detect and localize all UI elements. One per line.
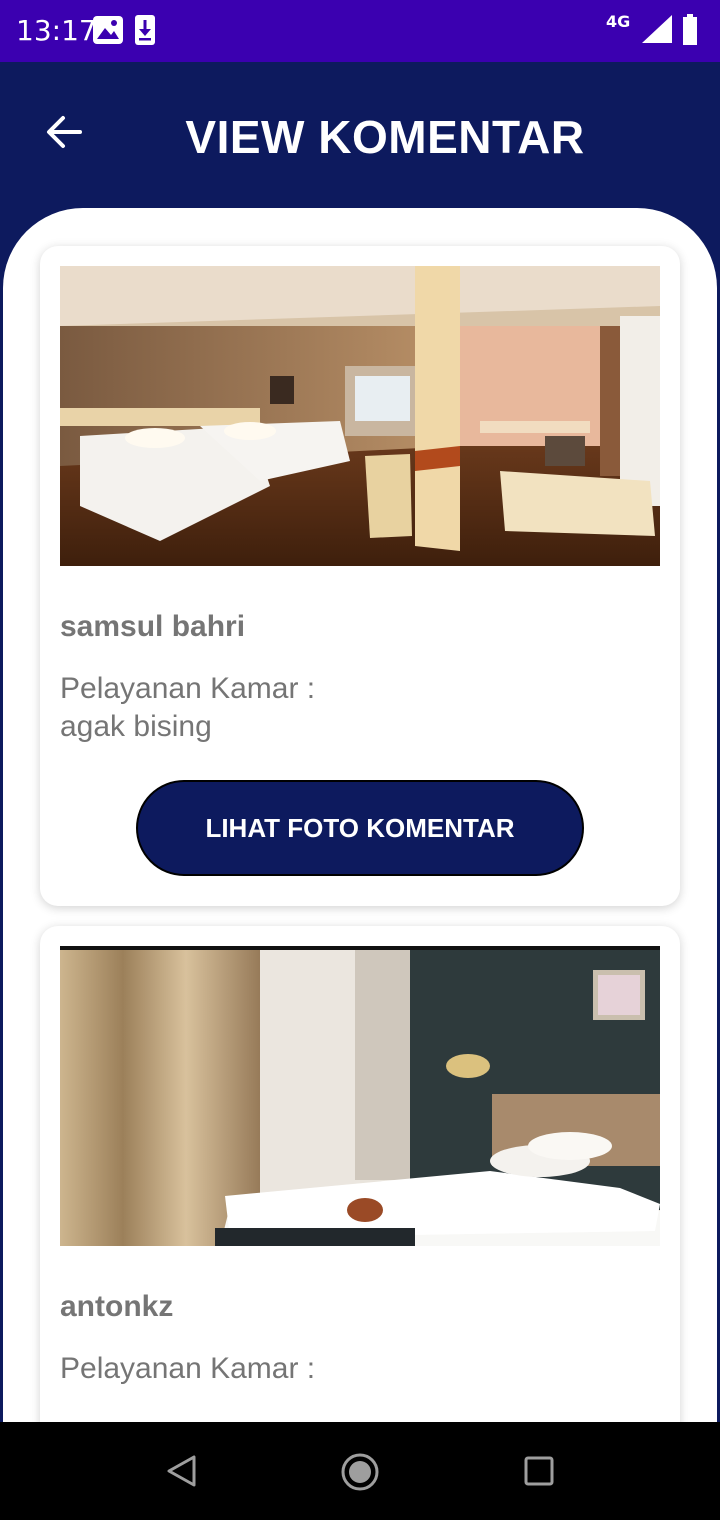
comment-user: samsul bahri	[60, 610, 246, 643]
comment-list[interactable]: samsul bahri Pelayanan Kamar : agak bisi…	[3, 208, 717, 1422]
network-type: 4G	[606, 12, 631, 31]
comment-card: antonkz Pelayanan Kamar :	[40, 926, 680, 1422]
comment-label: Pelayanan Kamar :	[60, 1352, 316, 1385]
image-icon	[93, 16, 123, 44]
comment-user: antonkz	[60, 1290, 174, 1323]
download-icon	[135, 15, 155, 45]
hotel-room-single-bed-photo	[60, 946, 660, 1246]
nav-back-icon[interactable]	[164, 1454, 198, 1488]
comment-label: Pelayanan Kamar :	[60, 672, 316, 705]
status-time: 13:17	[16, 14, 97, 47]
comment-text: agak bising	[60, 710, 212, 743]
view-comment-photo-button[interactable]: LIHAT FOTO KOMENTAR	[136, 780, 584, 876]
page-title: VIEW KOMENTAR	[185, 111, 585, 163]
nav-recent-icon[interactable]	[524, 1456, 554, 1486]
system-nav-bar	[0, 1422, 720, 1520]
status-bar: 13:17 4G	[0, 0, 720, 62]
nav-home-icon[interactable]	[340, 1452, 380, 1492]
app-header: VIEW KOMENTAR	[0, 62, 720, 212]
comment-card: samsul bahri Pelayanan Kamar : agak bisi…	[40, 246, 680, 906]
hotel-room-two-beds-photo	[60, 266, 660, 566]
signal-icon	[642, 15, 672, 43]
battery-icon	[683, 14, 697, 45]
